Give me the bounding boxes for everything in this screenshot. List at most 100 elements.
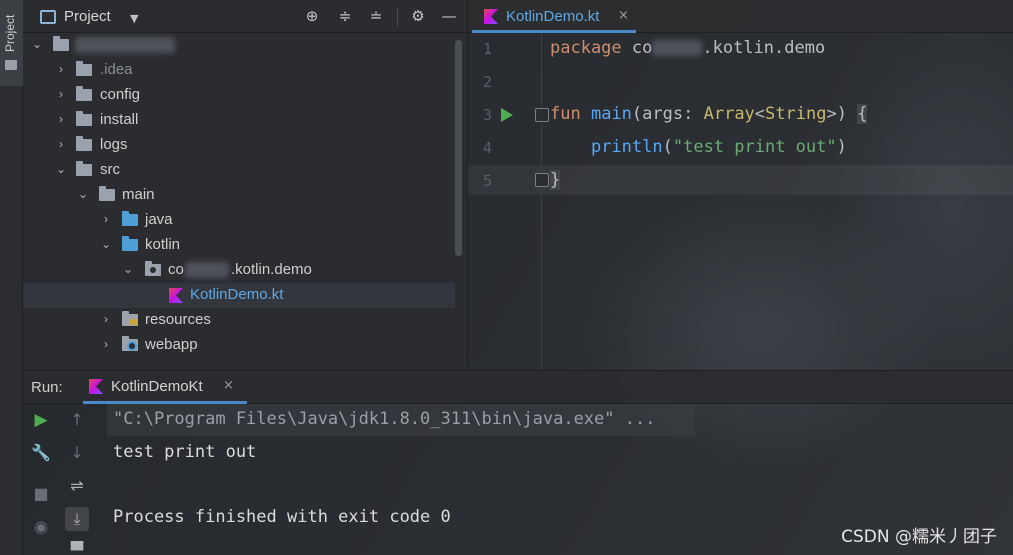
run-gutter-icon[interactable] [501,108,513,122]
lt-token: < [754,104,766,124]
source-folder-icon [122,211,138,226]
line-number: 3 [482,106,492,124]
web-folder-icon [122,336,138,351]
left-tool-strip: Project [0,0,23,555]
chevron-down-icon[interactable]: ⌄ [31,37,43,51]
type-token: Array [703,104,755,124]
folder-icon [76,161,92,176]
project-scrollbar[interactable] [455,40,462,256]
scroll-to-end-icon[interactable]: ⤓ [65,507,89,531]
package-token-suffix: .kotlin.demo [702,38,826,58]
gear-icon[interactable]: ⚙ [408,6,428,26]
soft-wrap-icon[interactable]: ⇌ [65,474,89,498]
type-token: String [765,104,827,124]
function-name-token: main [590,104,632,124]
editor-tab-kotlindemo[interactable]: KotlinDemo.kt × [472,0,636,33]
tree-item-label: KotlinDemo.kt [190,286,284,303]
chevron-right-icon[interactable]: › [55,87,67,101]
tree-row-install[interactable]: › install [23,108,455,133]
wrench-icon[interactable]: 🔧 [29,441,53,465]
chevron-right-icon[interactable]: › [100,312,112,326]
chevron-right-icon[interactable]: › [55,137,67,151]
gt-token: > [826,104,837,124]
redacted-package-segment [185,262,229,278]
tree-row-package[interactable]: ⌄ co .kotlin.demo [23,258,455,283]
stop-icon[interactable]: ■ [29,482,53,506]
folder-icon [76,111,92,126]
chevron-down-icon[interactable]: ⌄ [100,237,112,251]
chevron-right-icon[interactable]: › [55,62,67,76]
chevron-right-icon[interactable]: › [100,212,112,226]
editor-tab-label: KotlinDemo.kt [506,8,600,25]
code-line[interactable]: 4 println("test print out") [468,132,1013,165]
brace-token: { [857,104,868,124]
project-view-selector[interactable]: Project [64,8,111,25]
line-number: 2 [482,73,492,91]
locate-target-icon[interactable]: ⊕ [302,6,322,26]
chevron-down-icon[interactable]: ⌄ [55,162,67,176]
arrow-down-icon[interactable]: ↓ [65,441,89,465]
tree-row-root[interactable]: ⌄ [23,33,455,58]
run-panel-header: Run: KotlinDemoKt × [23,371,1013,404]
project-panel: Project ▼ ⊕ ≑ ≐ ⚙ — ⌄ › .idea › config ›… [23,0,467,370]
tree-row-kotlin[interactable]: ⌄ kotlin [23,233,455,258]
camera-icon[interactable]: ◉ [29,515,53,539]
tree-item-label: java [145,211,173,228]
close-icon[interactable]: × [618,8,629,23]
string-token: "test print out" [672,137,837,157]
code-line[interactable]: 3 fun main(args: Array<String>) { [468,99,1013,132]
chevron-down-icon[interactable]: ▼ [130,12,138,25]
folder-icon [76,136,92,151]
tree-item-label: kotlin [145,236,181,253]
tree-row-resources[interactable]: › resources [23,308,455,333]
param-token: args [642,104,684,124]
code-line[interactable]: 2 [468,66,1013,99]
hide-panel-icon[interactable]: — [439,6,459,26]
tree-row-java[interactable]: › java [23,208,455,233]
brace-token: } [550,170,561,190]
arrow-up-icon[interactable]: ↑ [65,408,89,432]
folder-icon [53,36,69,51]
tree-item-label: .idea [100,61,133,78]
project-window-icon [40,10,56,24]
code-line[interactable]: 1 package co .kotlin.demo [468,33,1013,66]
run-panel-label: Run: [31,379,63,396]
chevron-right-icon[interactable]: › [100,337,112,351]
package-name-suffix: .kotlin.demo [231,261,312,278]
tree-row-logs[interactable]: › logs [23,133,455,158]
folder-icon [76,61,92,76]
project-tool-window-tab[interactable]: Project [0,0,23,86]
folder-icon [99,186,115,201]
code-line[interactable]: 5 } [468,165,1013,198]
redacted-project-name [75,37,175,53]
paren-token: ( [631,104,643,124]
chevron-down-icon[interactable]: ⌄ [77,187,89,201]
run-tab-kotlindemokt[interactable]: KotlinDemoKt × [83,371,247,404]
project-panel-header: Project ▼ ⊕ ≑ ≐ ⚙ — [23,0,467,33]
collapse-all-icon[interactable]: ≐ [366,6,386,26]
tree-row-kotlindemo-file[interactable]: KotlinDemo.kt [23,283,455,308]
package-token-prefix: co [631,38,653,58]
chevron-down-icon[interactable]: ⌄ [122,262,134,276]
chevron-right-icon[interactable]: › [55,112,67,126]
paren-token: ) [836,137,847,157]
tree-row-webapp[interactable]: › webapp [23,333,455,358]
rerun-icon[interactable]: ▶ [29,408,53,432]
fold-icon[interactable] [535,173,549,187]
package-name-prefix: co [168,261,184,278]
package-icon [145,261,161,276]
expand-all-icon[interactable]: ≑ [335,6,355,26]
editor-tab-bar: KotlinDemo.kt × [468,0,1013,33]
tree-item-label: config [100,86,141,103]
tree-row-config[interactable]: › config [23,83,455,108]
header-divider [397,8,398,26]
tree-row-main[interactable]: ⌄ main [23,183,455,208]
console-line: "C:\Program Files\Java\jdk1.8.0_311\bin\… [113,409,656,429]
tree-row-idea[interactable]: › .idea [23,58,455,83]
fold-icon[interactable] [535,108,549,122]
console-line: test print out [113,442,257,462]
close-icon[interactable]: × [223,378,234,393]
tree-row-src[interactable]: ⌄ src [23,158,455,183]
print-icon[interactable]: ▀ [65,539,89,555]
